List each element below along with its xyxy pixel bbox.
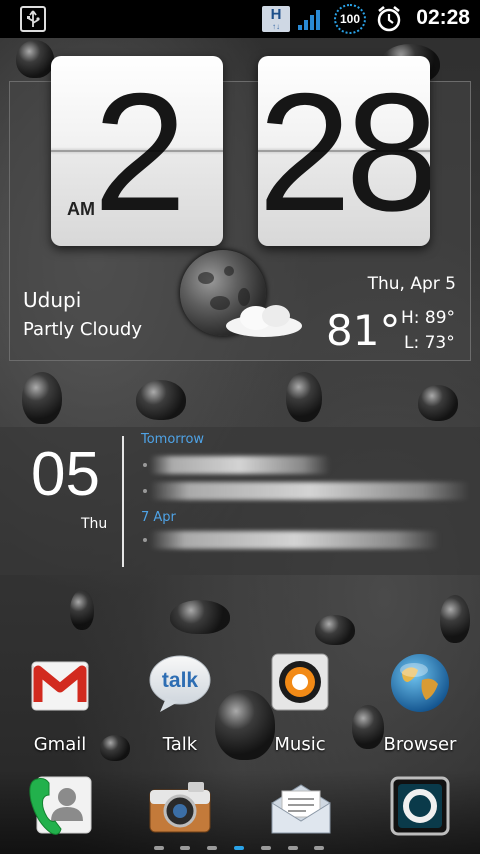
- usb-icon: [20, 6, 46, 32]
- app-label: Talk: [162, 734, 198, 755]
- page-dot: [314, 846, 324, 850]
- camera-icon[interactable]: [148, 780, 212, 836]
- calendar-event[interactable]: [150, 482, 470, 500]
- calendar-day-name: Thu: [81, 516, 108, 532]
- browser-icon: [391, 654, 449, 712]
- alarm-icon: [376, 5, 402, 33]
- weather-city: Udupi: [23, 288, 82, 312]
- page-dot: [261, 846, 271, 850]
- calendar-event[interactable]: [150, 531, 440, 549]
- network-arrows: ↑↓: [272, 22, 280, 31]
- page-indicator: [0, 846, 480, 852]
- music-icon: [271, 653, 329, 711]
- weather-condition: Partly Cloudy: [23, 319, 142, 340]
- clock-ampm: AM: [67, 199, 95, 219]
- status-time: 02:28: [416, 6, 470, 29]
- camera-lens-icon[interactable]: [390, 776, 450, 836]
- gmail-icon: [31, 661, 89, 711]
- weather-high: H: 89°: [401, 308, 456, 328]
- talk-icon-text: talk: [162, 669, 199, 692]
- battery-icon: 100: [334, 4, 366, 34]
- battery-level: 100: [339, 12, 361, 26]
- weather-date: Thu, Apr 5: [367, 274, 456, 294]
- hour-flip-card[interactable]: 2 AM: [51, 56, 223, 246]
- weather-temperature: 81°: [326, 306, 401, 355]
- app-label: Music: [274, 734, 326, 755]
- calendar-heading-7-apr: 7 Apr: [141, 510, 176, 525]
- calendar-heading-tomorrow: Tomorrow: [141, 432, 205, 447]
- calendar-divider: [122, 436, 124, 567]
- page-dot-active: [234, 846, 244, 850]
- weather-low: L: 73°: [404, 333, 455, 353]
- app-label: Gmail: [33, 734, 87, 755]
- status-bar[interactable]: H ↑↓ 100 02:28: [0, 0, 480, 38]
- flip-hinge: [258, 150, 430, 152]
- calendar-day-number: 05: [31, 440, 100, 509]
- signal-icon: [298, 8, 324, 30]
- phone-icon[interactable]: [29, 773, 93, 839]
- flip-hinge: [51, 150, 223, 152]
- page-dot: [154, 846, 164, 850]
- cloud-icon: [226, 305, 302, 337]
- minute-flip-card[interactable]: 28: [258, 56, 430, 246]
- page-dot: [207, 846, 217, 850]
- app-label: Browser: [383, 734, 457, 755]
- talk-icon: talk: [149, 655, 211, 712]
- calendar-event[interactable]: [150, 456, 330, 474]
- hspa-icon: H ↑↓: [262, 6, 290, 32]
- page-dot: [288, 846, 298, 850]
- network-type: H: [270, 6, 282, 23]
- messages-icon[interactable]: [270, 783, 332, 835]
- page-dot: [180, 846, 190, 850]
- clock-minute: 28: [258, 58, 430, 246]
